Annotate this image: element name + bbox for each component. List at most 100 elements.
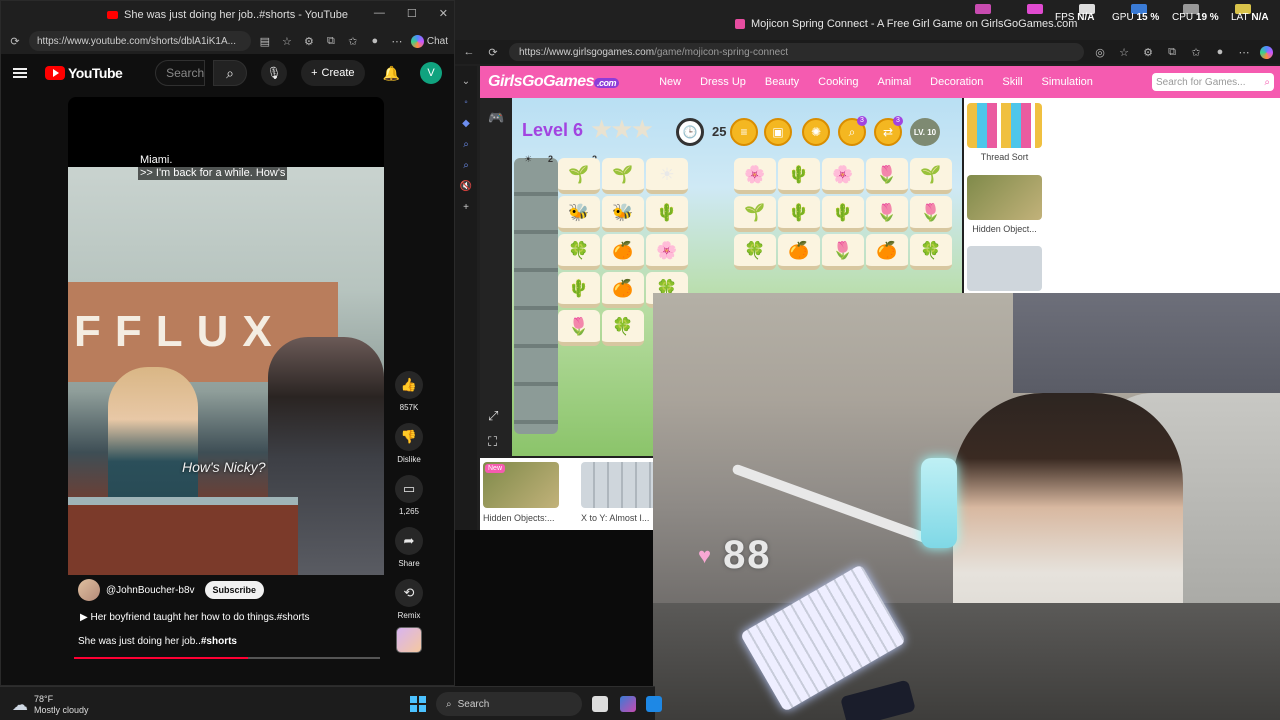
picture-hint-icon[interactable]: ▣ [764,118,792,146]
nav-item-new[interactable]: New [659,76,681,88]
game-tile[interactable]: 🌵 [778,158,820,194]
nav-item-cooking[interactable]: Cooking [818,76,858,88]
collapse-chevron-icon[interactable]: ⌄ [455,76,477,87]
game-tile[interactable]: 🌸 [734,158,776,194]
weather-widget[interactable]: ☁ 78°F Mostly cloudy [12,694,89,716]
nav-item-skill[interactable]: Skill [1002,76,1022,88]
copilot-chat-button[interactable]: Chat [410,34,448,48]
game-tile[interactable]: 🌷 [866,158,908,194]
description-row[interactable]: ▶ Her boyfriend taught her how to do thi… [80,612,310,623]
bottom-game-card[interactable]: New Hidden Objects:... [483,462,559,523]
microphone-icon[interactable]: 🎙 [261,60,288,86]
tray-app-icon[interactable] [1027,4,1043,14]
game-tile[interactable]: 🍊 [602,234,644,270]
like-button[interactable]: 👍 857K [394,371,424,412]
shuffle-hint-icon[interactable]: ⇄ 3 [874,116,903,146]
dislike-button[interactable]: 👎 Dislike [394,423,424,464]
task-view-icon[interactable] [592,696,608,712]
create-button[interactable]: + Create [301,60,365,86]
remix-button[interactable]: ⟲ Remix [394,579,424,620]
game-tile[interactable]: 🌱 [558,158,600,194]
tab-icon[interactable]: ◆ [455,118,477,129]
game-tile[interactable]: 🍀 [910,234,952,270]
game-tile[interactable]: 🌸 [646,234,688,270]
sound-thumbnail[interactable] [396,627,422,653]
nav-item-decoration[interactable]: Decoration [930,76,983,88]
game-tile[interactable]: 🌵 [822,196,864,232]
fullscreen-icon[interactable]: ⛶ [488,434,497,450]
split-screen-icon[interactable]: ⧉ [1164,44,1180,60]
tray-app-icon[interactable] [975,4,991,14]
maximize-icon[interactable]: ☐ [407,7,417,20]
more-menu-icon[interactable]: ⋯ [389,33,405,49]
game-tile[interactable]: 🌱 [734,196,776,232]
game-tile[interactable]: 🍀 [734,234,776,270]
site-search-input[interactable]: Search for Games... ⌕ [1152,73,1274,91]
youtube-search-input[interactable]: Search [155,60,206,86]
muted-speaker-icon[interactable]: 🔇 [455,181,477,192]
hamburger-menu-icon[interactable] [13,68,27,78]
youtube-logo[interactable]: YouTube [45,65,123,81]
game-tile[interactable]: 🌵 [778,196,820,232]
game-tile[interactable]: 🌷 [558,310,600,346]
game-tile[interactable]: 🐝 [558,196,600,232]
favorite-star-icon[interactable]: ☆ [279,33,295,49]
nav-item-animal[interactable]: Animal [878,76,912,88]
short-title-hashtag[interactable]: #shorts [201,636,237,647]
related-game-card[interactable]: Thread Sort [967,103,1042,162]
favorites-icon[interactable]: ✩ [1188,44,1204,60]
extensions-icon[interactable]: ⚙ [301,33,317,49]
comments-button[interactable]: ▭ 1,265 [394,475,424,516]
extensions-icon[interactable]: ⚙ [1140,44,1156,60]
game-tile[interactable]: 🌷 [910,196,952,232]
game-tile[interactable]: 🌷 [822,234,864,270]
game-tile[interactable]: 🍊 [778,234,820,270]
tab-icon[interactable]: ◦ [455,97,477,108]
profile-icon[interactable]: ● [367,33,383,49]
new-tab-plus-icon[interactable]: + [455,202,477,213]
nav-item-dress-up[interactable]: Dress Up [700,76,746,88]
game-tile[interactable]: ☀ [646,158,688,194]
game-url-field[interactable]: https://www.girlsgogames.com/game/mojico… [509,43,1084,61]
profile-icon[interactable]: ● [1212,44,1228,60]
reload-icon[interactable]: ⟳ [7,33,23,49]
magnifier-hint-icon[interactable]: ⌕ 3 [838,116,867,146]
share-button[interactable]: ➦ Share [394,527,424,568]
game-tile[interactable]: 🍀 [602,310,644,346]
back-arrow-icon[interactable]: ← [461,44,477,60]
game-tile[interactable]: 🌵 [646,196,688,232]
game-tile[interactable]: 🌱 [910,158,952,194]
bottom-game-card[interactable]: X to Y: Almost I... [581,462,657,523]
related-game-card[interactable]: Hidden Object... [967,175,1042,234]
start-windows-icon[interactable] [410,696,426,712]
gamepad-icon[interactable]: 🎮 [488,110,504,126]
youtube-url-field[interactable]: https://www.youtube.com/shorts/dblA1iK1A… [29,31,251,51]
expand-icon[interactable]: ⤢ [488,408,498,424]
more-menu-icon[interactable]: ⋯ [1236,44,1252,60]
shorts-video-player[interactable]: FFLUX Miami. >> I'm back for a while. Ho… [68,97,384,575]
game-tile[interactable]: 🐝 [602,196,644,232]
notifications-bell-icon[interactable]: 🔔 [383,65,400,82]
taskbar-search[interactable]: ⌕ Search [436,692,582,716]
reload-icon[interactable]: ⟳ [485,44,501,60]
close-icon[interactable]: ✕ [439,7,448,20]
channel-name[interactable]: @JohnBoucher-b8v [106,585,195,596]
subscribe-button[interactable]: Subscribe [204,581,265,599]
girlsgogames-logo[interactable]: GirlsGoGames .com [488,73,620,91]
video-progress-bar[interactable] [74,657,380,659]
nav-item-simulation[interactable]: Simulation [1042,76,1093,88]
account-avatar[interactable]: V [420,62,442,84]
read-aloud-icon[interactable]: ▤ [257,33,273,49]
channel-avatar[interactable] [78,579,100,601]
favorites-icon[interactable]: ✩ [345,33,361,49]
copilot-icon[interactable] [1260,45,1273,59]
target-hint-icon[interactable]: ✺ [802,118,830,146]
game-tile[interactable]: 🌷 [866,196,908,232]
nav-item-beauty[interactable]: Beauty [765,76,799,88]
related-game-card[interactable] [967,246,1042,291]
app-icon[interactable] [620,696,636,712]
edge-browser-icon[interactable] [646,696,662,712]
game-tile[interactable]: 🌸 [822,158,864,194]
menu-tool-icon[interactable]: ≡ [730,118,758,146]
tab-icon[interactable]: ⌕ [455,139,477,150]
